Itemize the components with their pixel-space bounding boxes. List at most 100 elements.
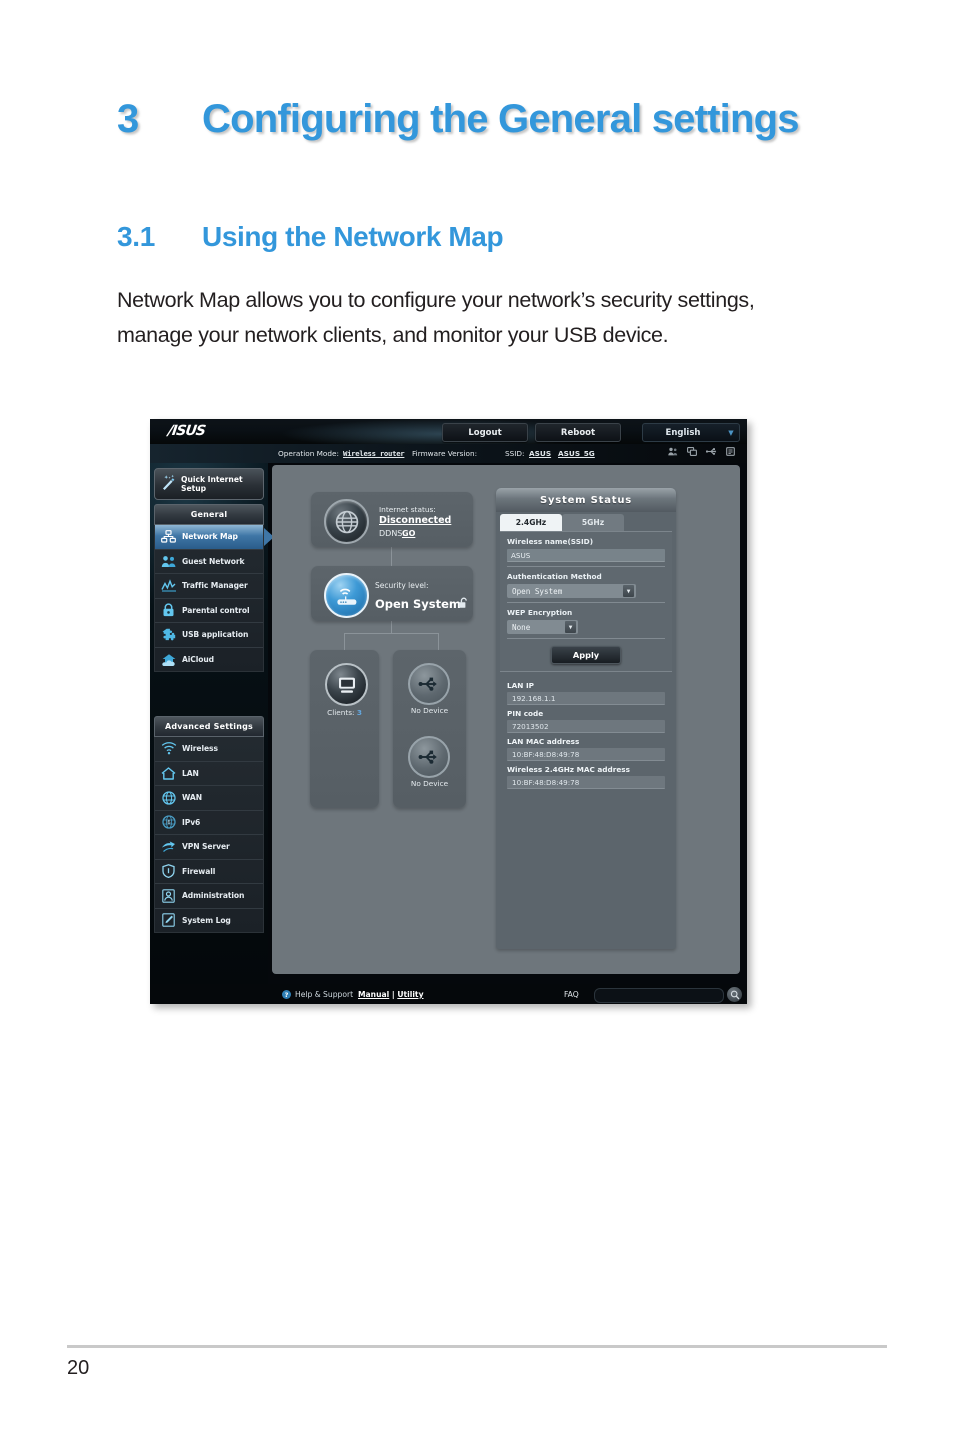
home-icon bbox=[155, 767, 182, 780]
sidebar-item-wireless[interactable]: Wireless bbox=[155, 737, 263, 762]
general-menu-list: Network Map Guest Network Traffic Manage… bbox=[154, 525, 274, 672]
help-and-support-link[interactable]: ? Help & Support bbox=[282, 990, 353, 999]
open-padlock-icon[interactable] bbox=[458, 595, 469, 614]
internet-status-value[interactable]: Disconnected bbox=[379, 515, 451, 526]
system-status-panel: System Status 2.4GHz 5GHz Wireless name(… bbox=[496, 488, 676, 949]
chapter-heading: 3 Configuring the General settings bbox=[117, 92, 817, 147]
firmware-version-label: Firmware Version: bbox=[412, 449, 478, 458]
help-and-support-label: Help & Support bbox=[295, 990, 354, 999]
wep-encryption-value: None bbox=[512, 622, 531, 632]
sidebar-item-aicloud[interactable]: AiCloud bbox=[155, 648, 263, 672]
band-tabs: 2.4GHz 5GHz bbox=[500, 514, 672, 531]
ssid-label: SSID: bbox=[505, 449, 525, 458]
sidebar-item-firewall[interactable]: Firewall bbox=[155, 860, 263, 884]
ipv6-icon: 6 bbox=[155, 815, 182, 829]
ssid-value-5g[interactable]: ASUS_5G bbox=[558, 449, 595, 458]
readonly-info-panel: LAN IP 192.168.1.1 PIN code 72013502 LAN… bbox=[500, 671, 672, 798]
router-main-content: Internet status: Disconnected DDNS: GO S… bbox=[272, 465, 740, 974]
tab-24ghz[interactable]: 2.4GHz bbox=[500, 514, 562, 531]
footer-rule bbox=[67, 1345, 887, 1348]
sidebar-item-system-log[interactable]: System Log bbox=[155, 909, 263, 933]
language-select[interactable]: English ▼ bbox=[642, 423, 740, 442]
general-menu-block: General Network Map Guest Network Traffi… bbox=[150, 504, 274, 672]
faq-label: FAQ bbox=[564, 990, 579, 999]
sidebar-label-lan: LAN bbox=[182, 768, 199, 778]
ddns-go-link[interactable]: GO bbox=[402, 529, 415, 538]
operation-mode-value[interactable]: Wireless router bbox=[343, 449, 405, 458]
vpn-icon bbox=[155, 840, 182, 853]
quick-internet-setup-label: Quick Internet Setup bbox=[181, 475, 243, 494]
sidebar-label-vpn-server: VPN Server bbox=[182, 842, 230, 852]
advanced-menu-list: Wireless LAN WAN 6 IPv6 VPN Server Firew… bbox=[154, 737, 264, 933]
divider bbox=[507, 602, 665, 603]
internet-status-label: Internet status: bbox=[379, 505, 436, 514]
advanced-menu-block: Advanced Settings Wireless LAN WAN 6 IPv… bbox=[150, 716, 268, 933]
internet-status-card[interactable]: Internet status: Disconnected DDNS: GO bbox=[311, 492, 473, 547]
traffic-manager-icon bbox=[155, 579, 182, 592]
clients-caption: Clients: 3 bbox=[310, 708, 379, 717]
tab-5ghz[interactable]: 5GHz bbox=[562, 514, 624, 531]
usb-icon[interactable] bbox=[408, 736, 450, 778]
sidebar-label-guest-network: Guest Network bbox=[182, 556, 245, 566]
divider bbox=[507, 638, 665, 639]
faq-search-input[interactable] bbox=[594, 988, 724, 1003]
svg-text:6: 6 bbox=[167, 820, 170, 826]
sidebar-item-lan[interactable]: LAN bbox=[155, 762, 263, 786]
router-top-bar: /ISUS Logout Reboot English ▼ bbox=[150, 419, 747, 444]
auth-method-value: Open System bbox=[512, 586, 563, 596]
body-paragraph: Network Map allows you to configure your… bbox=[117, 288, 755, 347]
puzzle-icon bbox=[155, 628, 182, 642]
reboot-button[interactable]: Reboot bbox=[535, 423, 621, 442]
router-ui-screenshot: /ISUS Logout Reboot English ▼ Operation … bbox=[150, 419, 747, 1004]
clients-card[interactable]: Clients: 3 bbox=[310, 650, 379, 808]
logout-button[interactable]: Logout bbox=[442, 423, 528, 442]
ssid-field-label: Wireless name(SSID) bbox=[507, 537, 594, 546]
sidebar-item-usb-application[interactable]: USB application bbox=[155, 623, 263, 648]
sidebar-label-firewall: Firewall bbox=[182, 866, 216, 876]
usb-devices-card[interactable]: No Device No Device bbox=[393, 650, 466, 808]
connector-internet-security bbox=[391, 547, 392, 566]
general-section-header: General bbox=[154, 504, 264, 525]
wep-encryption-label: WEP Encryption bbox=[507, 608, 573, 617]
section-number: 3.1 bbox=[117, 221, 156, 252]
sidebar-item-administration[interactable]: Administration bbox=[155, 884, 263, 909]
apply-row: Apply bbox=[507, 646, 665, 664]
syslog-icon[interactable] bbox=[726, 447, 735, 456]
magnifier-icon[interactable] bbox=[727, 987, 742, 1002]
sidebar-label-ipv6: IPv6 bbox=[182, 817, 201, 827]
sidebar-item-wan[interactable]: WAN bbox=[155, 786, 263, 811]
security-level-card[interactable]: Security level: Open System bbox=[311, 566, 473, 621]
wep-encryption-select[interactable]: None ▼ bbox=[507, 620, 578, 634]
usb-icon[interactable] bbox=[408, 663, 450, 705]
router-icon bbox=[324, 573, 369, 618]
ssid-input[interactable]: ASUS bbox=[507, 549, 665, 562]
usb-icon[interactable] bbox=[706, 447, 717, 456]
wifi-icon bbox=[155, 742, 182, 755]
sidebar-label-wireless: Wireless bbox=[182, 744, 218, 754]
language-label: English bbox=[665, 427, 701, 438]
quick-internet-setup-button[interactable]: Quick Internet Setup bbox=[154, 468, 264, 500]
pin-code-value: 72013502 bbox=[507, 720, 665, 733]
manual-page: 3 Configuring the General settings 3.1 U… bbox=[0, 0, 954, 1438]
users-icon[interactable] bbox=[668, 447, 678, 456]
wireless-mac-value: 10:BF:48:D8:49:78 bbox=[507, 776, 665, 789]
sidebar-item-network-map[interactable]: Network Map bbox=[155, 525, 274, 550]
clients-icon[interactable] bbox=[687, 447, 697, 456]
sidebar-item-ipv6[interactable]: 6 IPv6 bbox=[155, 811, 263, 835]
qis-line2: Setup bbox=[181, 484, 207, 493]
wireless-mac-label: Wireless 2.4GHz MAC address bbox=[507, 765, 630, 774]
apply-button[interactable]: Apply bbox=[551, 646, 621, 664]
sidebar-item-traffic-manager[interactable]: Traffic Manager bbox=[155, 574, 263, 599]
sidebar-item-vpn-server[interactable]: VPN Server bbox=[155, 835, 263, 860]
ssid-value-24[interactable]: ASUS bbox=[529, 449, 551, 458]
manual-link[interactable]: Manual bbox=[358, 990, 389, 999]
utility-link[interactable]: Utility bbox=[397, 990, 423, 999]
sidebar-item-parental-control[interactable]: Parental control bbox=[155, 599, 263, 623]
globe-icon bbox=[324, 499, 369, 544]
system-status-title: System Status bbox=[496, 488, 676, 512]
auth-method-select[interactable]: Open System ▼ bbox=[507, 584, 636, 598]
lan-ip-label: LAN IP bbox=[507, 681, 535, 690]
system-status-body: 2.4GHz 5GHz Wireless name(SSID) ASUS Aut… bbox=[500, 514, 672, 798]
sidebar-item-guest-network[interactable]: Guest Network bbox=[155, 550, 263, 574]
usb-slot2-caption: No Device bbox=[410, 779, 449, 788]
